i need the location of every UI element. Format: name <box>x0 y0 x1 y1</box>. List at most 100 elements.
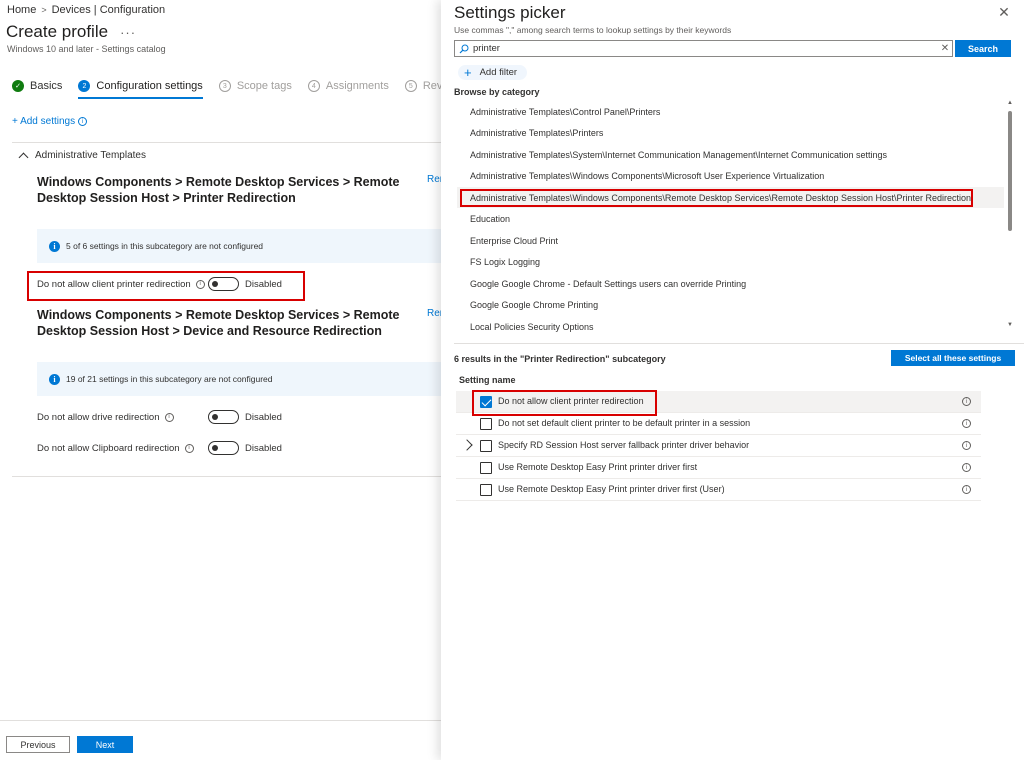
result-name: Use Remote Desktop Easy Print printer dr… <box>498 484 725 494</box>
category-item[interactable]: Administrative Templates\System\Internet… <box>457 144 1004 165</box>
step-number: 3 <box>218 80 231 92</box>
result-name: Do not set default client printer to be … <box>498 418 751 428</box>
step-review-create[interactable]: 5 Review + c <box>404 80 441 92</box>
info-bar: i 5 of 6 settings in this subcategory ar… <box>37 229 441 263</box>
disabled-toggle[interactable] <box>208 441 239 455</box>
disabled-toggle[interactable] <box>208 410 239 424</box>
previous-button[interactable]: Previous <box>6 736 70 753</box>
info-icon[interactable]: i <box>962 463 971 472</box>
info-icon[interactable]: i <box>962 441 971 450</box>
info-icon[interactable]: i <box>962 485 971 494</box>
category-item[interactable]: Google Google Chrome - Default Settings … <box>457 273 1004 294</box>
search-input[interactable] <box>473 43 938 54</box>
checkbox[interactable] <box>480 440 492 452</box>
more-options-icon[interactable]: ··· <box>120 25 136 40</box>
category-item[interactable]: Administrative Templates\Printers <box>457 122 1004 143</box>
select-all-button[interactable]: Select all these settings <box>891 350 1015 366</box>
info-bar: i 19 of 21 settings in this subcategory … <box>37 362 441 396</box>
chevron-right-icon: > <box>41 5 47 15</box>
setting-row: Do not allow Clipboard redirection i <box>37 440 194 456</box>
checkbox[interactable] <box>480 484 492 496</box>
clear-search-icon[interactable]: ✕ <box>938 43 952 54</box>
divider <box>454 343 1024 344</box>
picker-title: Settings picker <box>454 3 566 22</box>
category-item[interactable]: Education <box>457 208 1004 229</box>
highlight-box <box>27 271 305 301</box>
info-icon: i <box>49 240 60 252</box>
page-title: Create profile ··· <box>6 22 136 42</box>
step-basics[interactable]: ✓ Basics <box>12 80 62 92</box>
next-button[interactable]: Next <box>77 736 133 753</box>
step-number: 4 <box>307 80 320 92</box>
info-icon[interactable]: i <box>184 443 194 453</box>
category-item[interactable]: FS Logix Logging <box>457 251 1004 272</box>
checkbox[interactable] <box>480 418 492 430</box>
breadcrumb-home[interactable]: Home <box>7 4 36 16</box>
chevron-right-icon[interactable] <box>461 439 473 451</box>
result-row[interactable]: Use Remote Desktop Easy Print printer dr… <box>456 479 981 501</box>
step-configuration-settings[interactable]: 2 Configuration settings <box>78 80 204 99</box>
category-item[interactable]: Enterprise Cloud Print <box>457 230 1004 251</box>
divider <box>12 142 441 143</box>
divider <box>12 476 441 477</box>
setting-name: Do not allow drive redirection <box>37 411 160 423</box>
toggle-state: Disabled <box>245 412 282 423</box>
checkbox[interactable] <box>480 462 492 474</box>
search-button[interactable]: Search <box>955 40 1011 57</box>
add-filter-button[interactable]: + Add filter <box>458 64 528 80</box>
scroll-up-icon[interactable]: ▲ <box>1007 100 1013 106</box>
result-name: Use Remote Desktop Easy Print printer dr… <box>498 462 698 472</box>
step-label: Configuration settings <box>96 80 203 92</box>
search-box[interactable]: ✕ <box>454 40 953 57</box>
plus-icon: + <box>464 64 472 80</box>
scroll-thumb[interactable] <box>1008 111 1012 231</box>
step-number: 5 <box>404 80 417 92</box>
result-row[interactable]: Do not set default client printer to be … <box>456 413 981 435</box>
result-name: Specify RD Session Host server fallback … <box>498 440 750 450</box>
setting-name: Do not allow Clipboard redirection <box>37 442 180 454</box>
subcategory-title: Windows Components > Remote Desktop Serv… <box>37 308 400 338</box>
section-administrative-templates[interactable]: Administrative Templates <box>18 150 146 162</box>
wizard-footer: Previous Next <box>0 720 441 760</box>
create-profile-pane: Home > Devices | Configuration Create pr… <box>0 0 441 760</box>
add-settings-label: + Add settings <box>12 116 76 127</box>
result-row[interactable]: Use Remote Desktop Easy Print printer dr… <box>456 457 981 479</box>
breadcrumb-current[interactable]: Devices | Configuration <box>52 4 166 16</box>
step-label: Scope tags <box>236 80 292 92</box>
toggle-state: Disabled <box>245 443 282 454</box>
category-item[interactable]: Google Google Chrome Printing <box>457 294 1004 315</box>
info-icon[interactable]: i <box>164 412 174 422</box>
step-label: Review + c <box>422 80 441 92</box>
chevron-up-icon <box>18 152 29 162</box>
scroll-down-icon[interactable]: ▼ <box>1007 322 1013 328</box>
step-scope-tags[interactable]: 3 Scope tags <box>218 80 292 92</box>
add-settings-link[interactable]: + Add settings i <box>12 116 88 127</box>
add-filter-label: Add filter <box>479 67 518 78</box>
category-item[interactable]: Local Policies Security Options <box>457 316 1004 337</box>
info-icon[interactable]: i <box>962 397 971 406</box>
info-icon[interactable]: i <box>962 419 971 428</box>
category-scrollbar[interactable]: ▲ ▼ <box>1006 100 1014 333</box>
toggle-knob <box>212 445 218 451</box>
page-subtitle: Windows 10 and later - Settings catalog <box>7 44 166 54</box>
step-label: Assignments <box>325 80 389 92</box>
checkmark-circle-icon: ✓ <box>12 80 24 92</box>
remove-subcategory-link[interactable]: Rer <box>427 174 441 185</box>
info-icon[interactable]: i <box>78 117 88 126</box>
step-assignments[interactable]: 4 Assignments <box>307 80 389 92</box>
results-label: 6 results in the "Printer Redirection" s… <box>454 354 666 364</box>
step-label: Basics <box>30 80 63 92</box>
result-row[interactable]: Specify RD Session Host server fallback … <box>456 435 981 457</box>
search-icon <box>459 44 469 53</box>
step-number: 2 <box>78 80 91 92</box>
category-list: Administrative Templates\Control Panel\P… <box>457 101 1004 338</box>
breadcrumb: Home > Devices | Configuration <box>7 4 165 16</box>
subcategory-title: Windows Components > Remote Desktop Serv… <box>37 175 400 205</box>
section-title: Administrative Templates <box>35 150 146 161</box>
remove-subcategory-link[interactable]: Rer <box>427 308 441 319</box>
info-text: 5 of 6 settings in this subcategory are … <box>66 241 264 251</box>
category-item[interactable]: Administrative Templates\Windows Compone… <box>457 165 1004 186</box>
category-item[interactable]: Administrative Templates\Control Panel\P… <box>457 101 1004 122</box>
info-text: 19 of 21 settings in this subcategory ar… <box>66 374 273 384</box>
close-icon[interactable]: ✕ <box>996 4 1012 20</box>
